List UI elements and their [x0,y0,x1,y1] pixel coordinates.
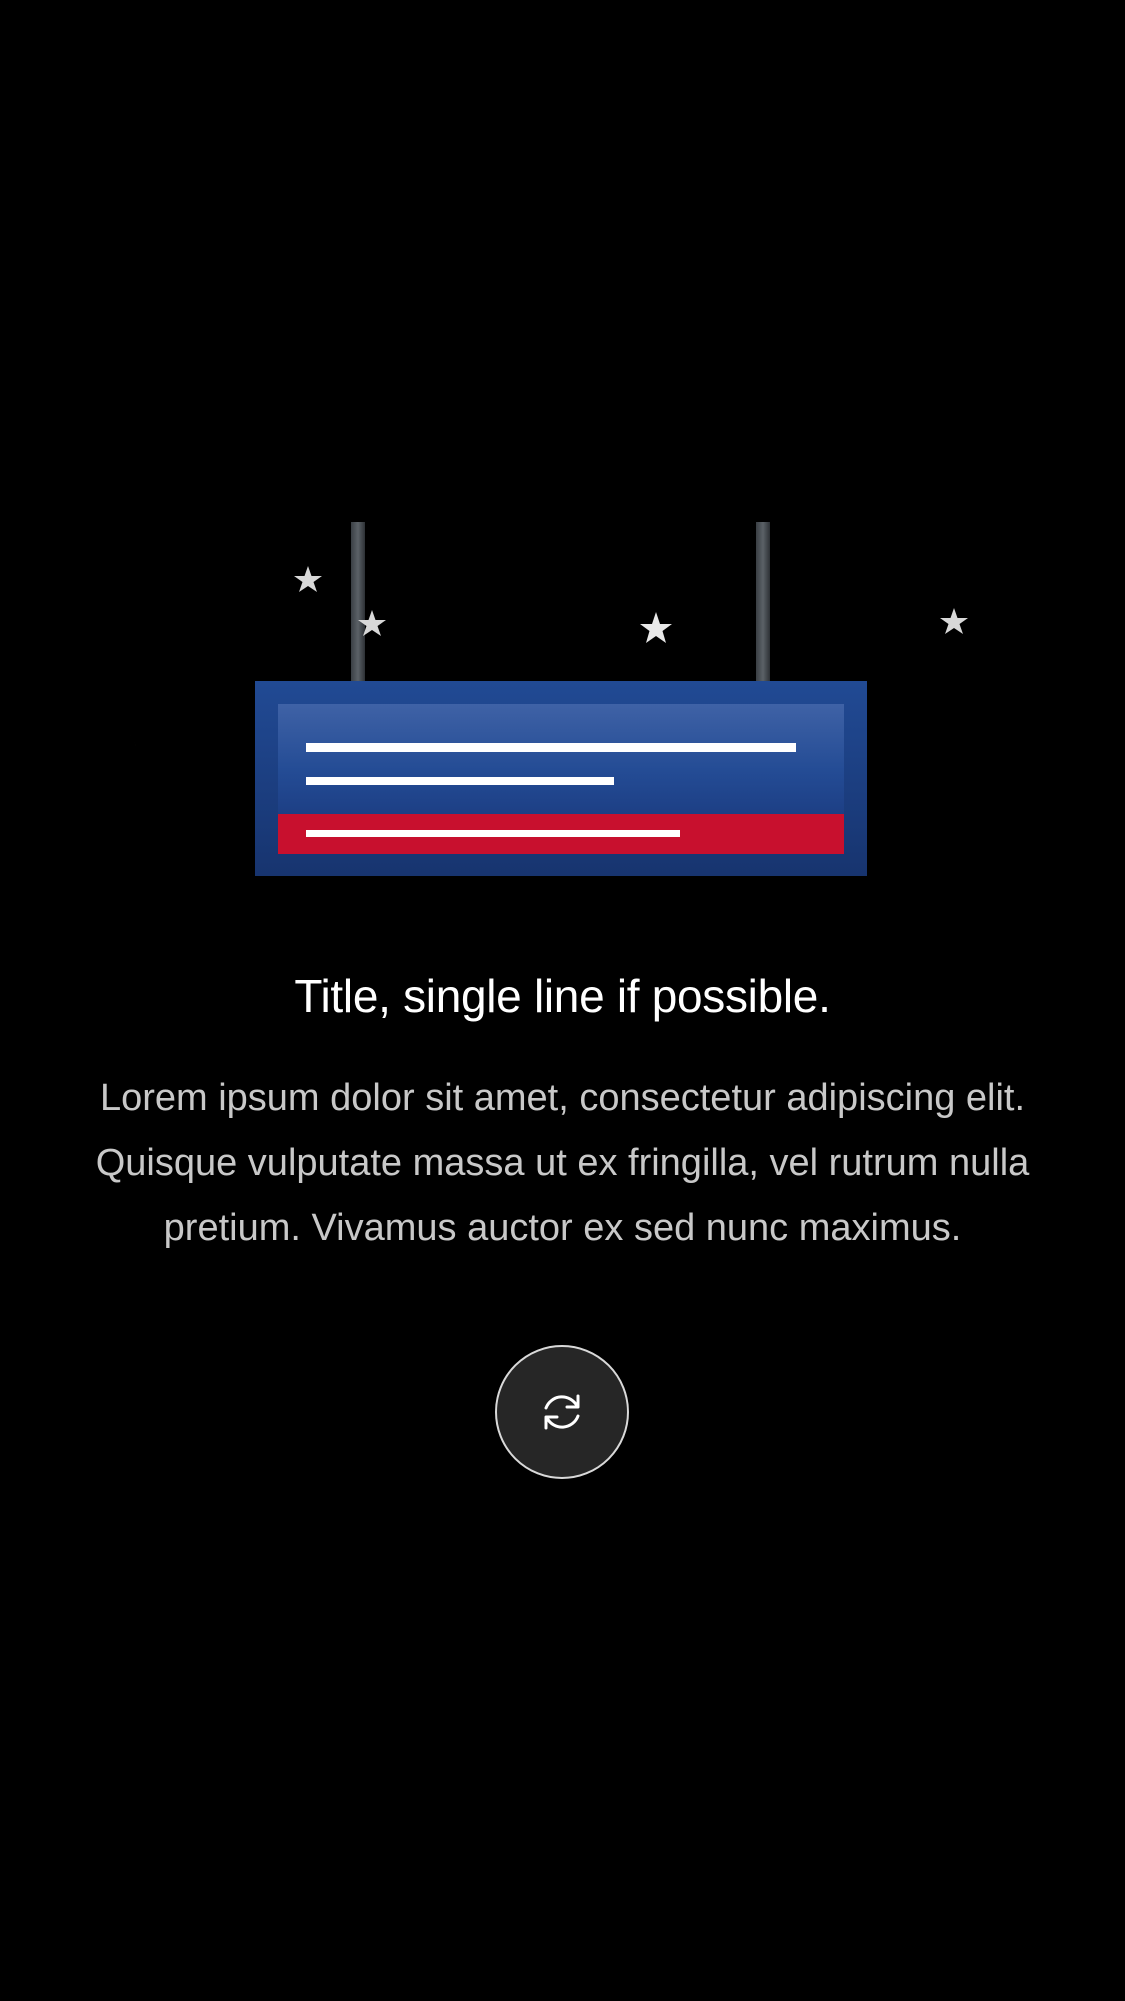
empty-state-description: Lorem ipsum dolor sit amet, consectetur … [95,1077,1030,1249]
sign-line-long [306,743,796,752]
illustration-svg [126,522,968,876]
star-icon [294,566,322,592]
hanging-sign-illustration [0,500,1125,900]
sign-red-bar-line [306,830,680,837]
refresh-button[interactable] [495,1345,629,1479]
sign-pole-left [351,522,365,684]
star-icon [940,608,968,634]
empty-state-title: Title, single line if possible. [294,970,831,1022]
sign-inner-panel [278,704,844,814]
sign-pole-right [756,522,770,684]
crescent-moon-icon [126,656,210,775]
star-icon [640,612,672,643]
refresh-icon [544,1394,580,1430]
sign-line-short [306,777,614,785]
stars-group [294,566,968,643]
